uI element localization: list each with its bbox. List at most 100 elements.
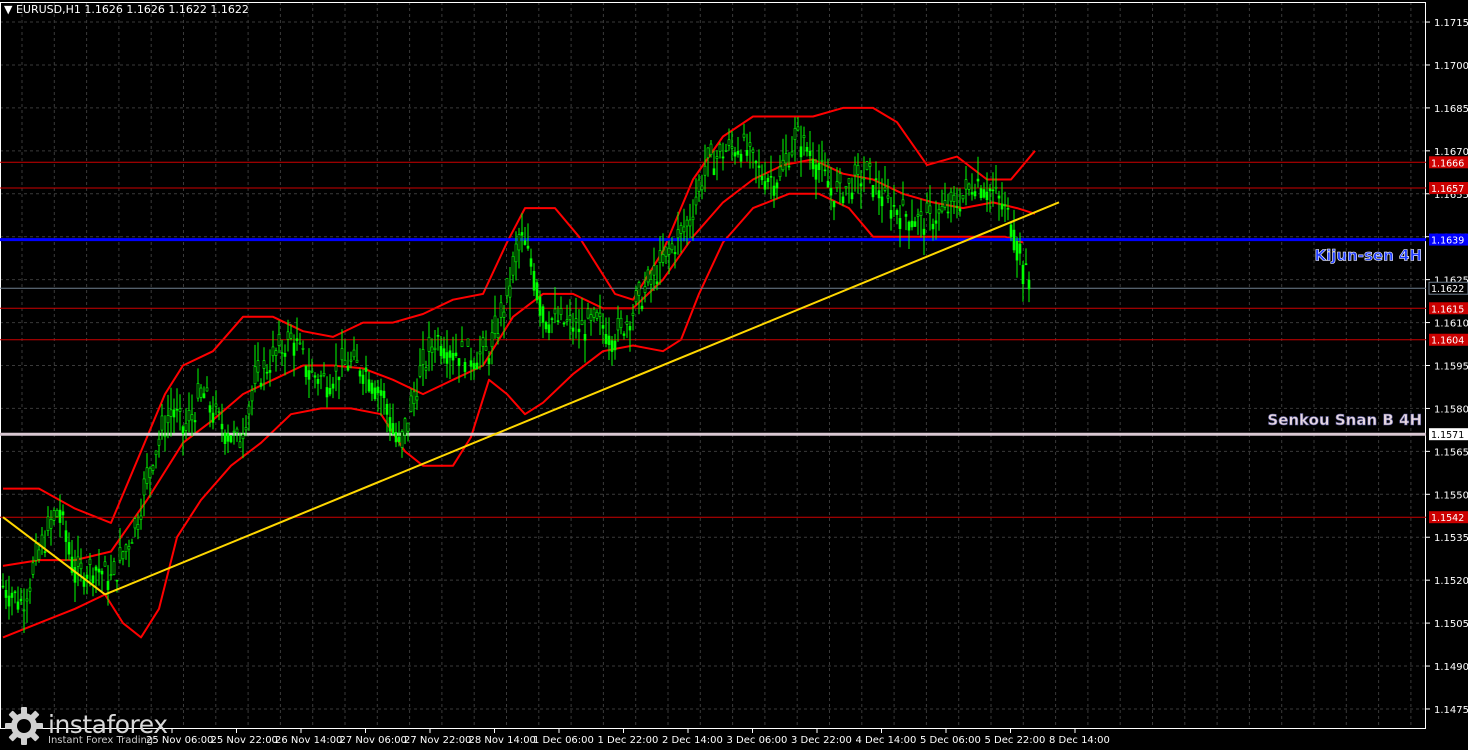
candle-body (520, 232, 524, 236)
candle-body (931, 223, 935, 230)
candle-body (322, 373, 326, 376)
candle-body (844, 185, 848, 189)
candle-body (661, 254, 665, 263)
candle-body (550, 318, 554, 320)
candle-body (235, 428, 239, 433)
x-tick-label: 2 Dec 14:00 (662, 735, 723, 746)
y-tick-label: 1.1670 (1434, 147, 1468, 158)
candle-body (268, 370, 272, 373)
candle-body (256, 360, 260, 373)
dropdown-triangle-icon[interactable]: ▼ (4, 3, 12, 16)
candle-body (880, 196, 884, 207)
candle-body (760, 176, 764, 181)
candle-body (28, 587, 32, 592)
candle-body (952, 194, 956, 202)
candle-body (568, 315, 572, 320)
candle-body (856, 165, 860, 175)
candle-body (385, 403, 389, 415)
candle-body (280, 352, 284, 354)
candle-body (121, 551, 125, 560)
x-tick-label: 8 Dec 14:00 (1049, 735, 1110, 746)
candle-body (865, 161, 869, 170)
candle-body (244, 427, 248, 431)
candle-body (481, 337, 485, 347)
candle-body (247, 405, 251, 415)
candle-body (835, 181, 839, 188)
candle-body (493, 315, 497, 334)
candle-body (829, 187, 833, 196)
candle-body (52, 510, 56, 521)
candle-body (877, 190, 881, 199)
candle-body (79, 562, 83, 570)
candle-body (664, 246, 668, 257)
candle-body (430, 346, 434, 353)
candle-body (157, 438, 161, 446)
candle-body (382, 390, 386, 399)
candle-body (727, 139, 731, 146)
candle-body (454, 352, 458, 357)
candle-body (469, 360, 473, 367)
candle-body (94, 566, 98, 571)
candle-body (547, 324, 551, 333)
x-tick-label: 5 Dec 22:00 (985, 735, 1046, 746)
candle-body (823, 169, 827, 172)
candle-body (472, 363, 476, 370)
candle-body (178, 408, 182, 412)
candle-body (211, 412, 215, 423)
candle-body (811, 159, 815, 170)
candle-body (208, 405, 212, 413)
candle-body (754, 160, 758, 164)
candle-body (262, 360, 266, 369)
candle-body (841, 196, 845, 204)
candle-body (799, 146, 803, 158)
candle-body (526, 245, 530, 249)
instaforex-logo: instaforex Instant Forex Trading (4, 706, 180, 746)
candle-body (403, 418, 407, 436)
candle-body (604, 333, 608, 344)
candle-body (307, 370, 311, 380)
candle-body (460, 341, 464, 348)
candle-body (652, 265, 656, 276)
candle-body (37, 549, 41, 560)
candle-body (46, 516, 50, 531)
candle-body (109, 574, 113, 576)
candle-body (4, 589, 8, 598)
candle-body (721, 156, 725, 159)
candle-body (988, 188, 992, 192)
candle-body (589, 314, 593, 321)
y-tick-label: 1.1535 (1434, 533, 1468, 544)
candle-body (973, 191, 977, 197)
y-tick-label: 1.1685 (1434, 104, 1468, 115)
candle-body (148, 467, 152, 478)
candle-body (496, 333, 500, 338)
candle-body (700, 185, 704, 191)
candle-body (259, 382, 263, 387)
candle-body (352, 349, 356, 358)
candle-body (397, 436, 401, 443)
y-tick-label: 1.1715 (1434, 18, 1468, 29)
x-tick-label: 5 Dec 06:00 (920, 735, 981, 746)
candle-body (619, 317, 623, 328)
candle-body (7, 595, 11, 607)
candle-body (961, 195, 965, 200)
candle-body (679, 225, 683, 234)
candle-body (922, 228, 926, 235)
candle-body (286, 331, 290, 340)
y-tick-label: 1.1700 (1434, 61, 1468, 72)
candle-body (136, 524, 140, 530)
candle-body (745, 149, 749, 156)
candle-body (850, 192, 854, 200)
candle-body (907, 221, 911, 231)
y-tick-label: 1.1475 (1434, 705, 1468, 716)
candle-body (25, 598, 29, 602)
candle-body (718, 144, 722, 152)
candle-body (316, 378, 320, 384)
candle-body (868, 163, 872, 167)
candle-body (928, 205, 932, 214)
x-tick-label: 1 Dec 06:00 (533, 735, 594, 746)
price-chart[interactable]: 1.17151.17001.16851.16701.16551.16401.16… (0, 0, 1468, 750)
candle-body (103, 561, 107, 567)
candle-body (484, 346, 488, 351)
candle-body (151, 465, 155, 471)
candle-body (571, 327, 575, 332)
